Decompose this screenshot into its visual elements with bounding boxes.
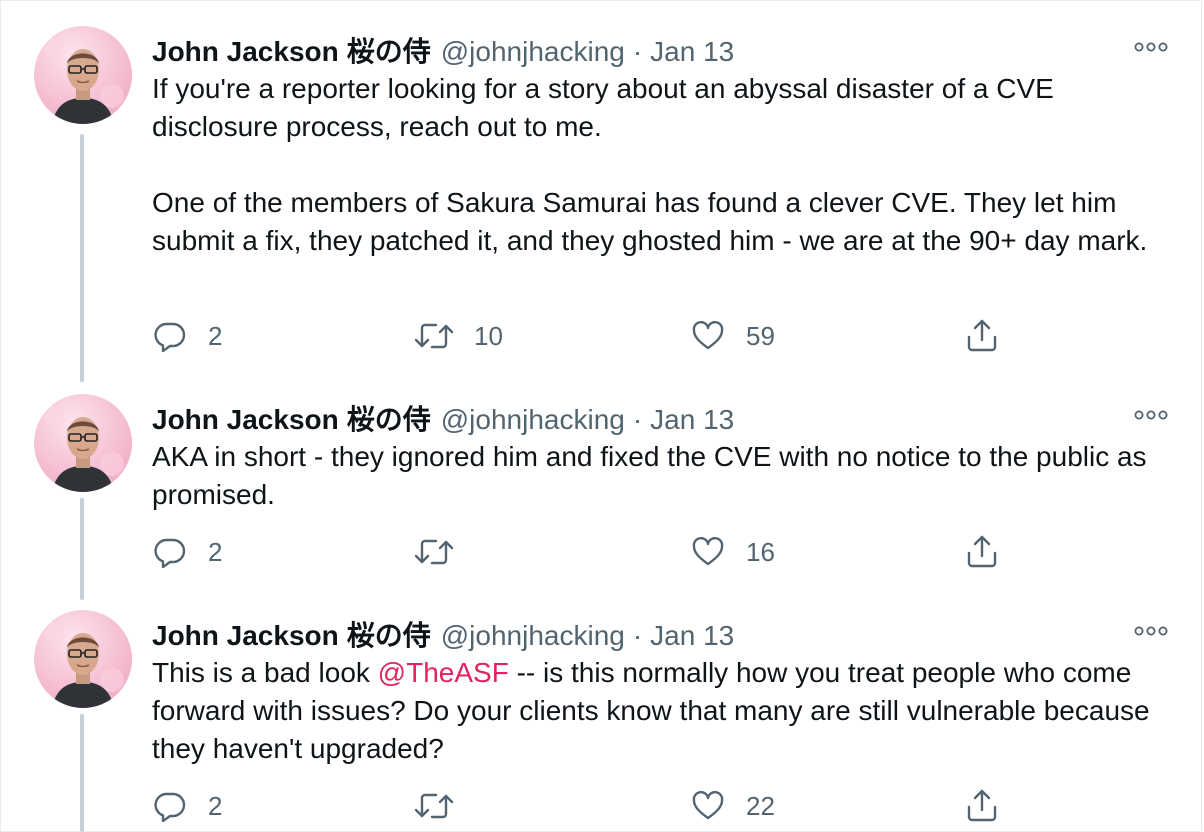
tweet-header: John Jackson 桜の侍 @johnjhacking · Jan 13 — [152, 398, 734, 436]
more-icon[interactable] — [1134, 40, 1168, 54]
avatar-image — [34, 26, 132, 124]
retweet-icon — [414, 790, 454, 822]
avatar-image — [34, 610, 132, 708]
retweet-icon — [414, 536, 454, 568]
more-icon[interactable] — [1134, 408, 1168, 422]
share-icon — [966, 789, 998, 823]
author-handle[interactable]: @johnjhacking — [441, 620, 625, 652]
share-icon — [966, 535, 998, 569]
tweet-header: John Jackson 桜の侍 @johnjhacking · Jan 13 — [152, 614, 734, 652]
like-button[interactable]: 22 — [692, 786, 775, 826]
heart-icon — [692, 320, 724, 352]
mention-link[interactable]: @TheASF — [378, 657, 509, 688]
separator-dot: · — [632, 620, 643, 651]
tweet[interactable]: John Jackson 桜の侍 @johnjhacking · Jan 13 … — [0, 394, 1204, 604]
like-button[interactable]: 16 — [692, 532, 775, 572]
tweet-paragraph: If you're a reporter looking for a story… — [152, 73, 1054, 142]
tweet-actions: 2 16 — [0, 532, 1204, 572]
reply-icon — [154, 790, 186, 822]
share-button[interactable] — [966, 532, 998, 572]
tweet-paragraph: One of the members of Sakura Samurai has… — [152, 187, 1148, 256]
like-count: 59 — [746, 320, 775, 351]
heart-icon — [692, 790, 724, 822]
reply-icon — [154, 536, 186, 568]
tweet-text-segment: This is a bad look — [152, 657, 378, 688]
tweet-actions: 2 22 — [0, 786, 1204, 826]
retweet-button[interactable]: 10 — [414, 316, 503, 356]
separator-dot: · — [632, 404, 643, 435]
author-name[interactable]: John Jackson — [152, 36, 339, 68]
like-count: 22 — [746, 790, 775, 821]
reply-count: 2 — [208, 536, 223, 567]
tweet-text: This is a bad look @TheASF -- is this no… — [152, 654, 1162, 768]
tweet-date[interactable]: Jan 13 — [650, 620, 734, 652]
tweet-paragraph: This is a bad look @TheASF -- is this no… — [152, 654, 1162, 768]
retweet-count: 10 — [474, 320, 503, 351]
tweet-date[interactable]: Jan 13 — [650, 36, 734, 68]
tweet-text: If you're a reporter looking for a story… — [152, 70, 1162, 260]
heart-icon — [692, 536, 724, 568]
more-icon[interactable] — [1134, 624, 1168, 638]
tweet[interactable]: John Jackson 桜の侍 @johnjhacking · Jan 13 … — [0, 26, 1204, 386]
author-name-jp[interactable]: 桜の侍 — [347, 398, 431, 438]
share-icon — [966, 319, 998, 353]
tweet[interactable]: John Jackson 桜の侍 @johnjhacking · Jan 13 … — [0, 610, 1204, 832]
author-handle[interactable]: @johnjhacking — [441, 36, 625, 68]
tweet-text: AKA in short - they ignored him and fixe… — [152, 438, 1162, 514]
retweet-button[interactable] — [414, 532, 454, 572]
author-name[interactable]: John Jackson — [152, 404, 339, 436]
separator-dot: · — [632, 36, 643, 67]
tweet-paragraph: AKA in short - they ignored him and fixe… — [152, 441, 1147, 510]
author-name[interactable]: John Jackson — [152, 620, 339, 652]
author-name-jp[interactable]: 桜の侍 — [347, 30, 431, 70]
like-count: 16 — [746, 536, 775, 567]
avatar[interactable] — [34, 394, 132, 492]
reply-button[interactable]: 2 — [154, 786, 222, 826]
reply-icon — [154, 320, 186, 352]
avatar[interactable] — [34, 610, 132, 708]
avatar-image — [34, 394, 132, 492]
reply-count: 2 — [208, 320, 223, 351]
avatar[interactable] — [34, 26, 132, 124]
reply-button[interactable]: 2 — [154, 532, 222, 572]
author-name-jp[interactable]: 桜の侍 — [347, 614, 431, 654]
tweet-header: John Jackson 桜の侍 @johnjhacking · Jan 13 — [152, 30, 734, 68]
share-button[interactable] — [966, 316, 998, 356]
author-handle[interactable]: @johnjhacking — [441, 404, 625, 436]
reply-button[interactable]: 2 — [154, 316, 222, 356]
reply-count: 2 — [208, 790, 223, 821]
like-button[interactable]: 59 — [692, 316, 775, 356]
retweet-icon — [414, 320, 454, 352]
share-button[interactable] — [966, 786, 998, 826]
tweet-date[interactable]: Jan 13 — [650, 404, 734, 436]
retweet-button[interactable] — [414, 786, 454, 826]
tweet-actions: 2 10 59 — [0, 316, 1204, 356]
